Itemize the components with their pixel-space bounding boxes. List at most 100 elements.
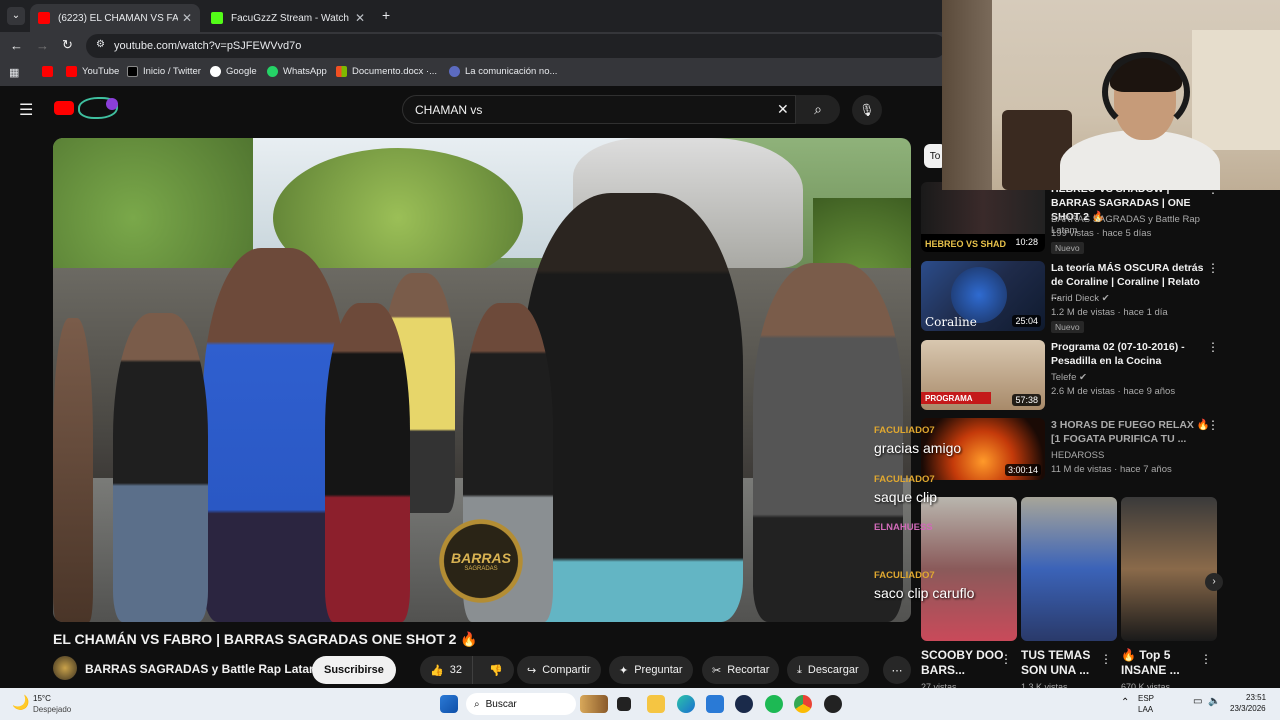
new-badge: Nuevo bbox=[1051, 321, 1084, 333]
more-icon[interactable]: ⋮ bbox=[1207, 418, 1219, 432]
file-explorer-icon[interactable] bbox=[647, 695, 665, 713]
google-icon bbox=[210, 66, 221, 77]
clear-search-icon[interactable]: ✕ bbox=[777, 101, 789, 118]
more-icon: ⋯ bbox=[891, 664, 903, 677]
language-top[interactable]: ESP bbox=[1138, 694, 1154, 703]
share-button[interactable]: ↪ Compartir bbox=[517, 656, 601, 684]
x-icon bbox=[127, 66, 138, 77]
search-input[interactable]: CHAMAN vs ✕ bbox=[402, 95, 796, 124]
new-badge: Nuevo bbox=[1051, 242, 1084, 254]
short-2[interactable] bbox=[1021, 497, 1117, 641]
short-title[interactable]: TUS TEMAS SON UNA ... bbox=[1021, 648, 1107, 678]
sidebar-meta: 11 M de vistas · hace 7 años bbox=[1051, 464, 1172, 475]
windows-taskbar: 🌙 15°C Despejado ⌕ Buscar ⌃ ESP LAA ▭ 🔈 … bbox=[0, 688, 1280, 720]
back-icon[interactable]: ← bbox=[10, 38, 23, 53]
thumbs-down-icon: 👎 bbox=[488, 664, 503, 677]
bookmark-comunicacion[interactable]: La comunicación no... bbox=[449, 66, 557, 77]
bookmark-youtube-short[interactable] bbox=[42, 66, 58, 77]
sidebar-video-2[interactable]: Coraline 25:04 La teoría MÁS OSCURA detr… bbox=[921, 261, 1221, 333]
weather-icon[interactable]: 🌙 bbox=[12, 694, 29, 711]
more-icon[interactable]: ⋮ bbox=[1207, 261, 1219, 275]
spotify-icon[interactable] bbox=[765, 695, 783, 713]
more-icon[interactable]: ⋮ bbox=[1000, 652, 1012, 666]
like-button[interactable]: 👍 32 bbox=[420, 656, 473, 684]
short-3[interactable] bbox=[1121, 497, 1217, 641]
short-title[interactable]: 🔥 Top 5 INSANE ... bbox=[1121, 648, 1207, 678]
download-button[interactable]: ⤓ Descargar bbox=[787, 656, 869, 684]
tab-youtube[interactable]: (6223) EL CHAMÁN VS FABRO | ✕ bbox=[30, 4, 200, 32]
bookmark-youtube[interactable]: YouTube bbox=[66, 66, 119, 77]
webcam-shelf bbox=[1192, 30, 1280, 150]
channel-avatar[interactable] bbox=[53, 656, 77, 680]
more-icon[interactable]: ⋮ bbox=[1207, 340, 1219, 354]
thumb-caption-text: Coraline bbox=[925, 315, 977, 329]
menu-icon[interactable]: ☰ bbox=[19, 100, 33, 120]
subscribe-button[interactable]: Suscribirse bbox=[312, 656, 396, 684]
more-icon[interactable]: ⋮ bbox=[1100, 652, 1112, 666]
channel-name[interactable]: BARRAS SAGRADAS y Battle Rap Latam bbox=[85, 662, 320, 676]
barras-sagradas-watermark: BARRAS SAGRADAS bbox=[438, 510, 524, 612]
bookmark-whatsapp[interactable]: WhatsApp bbox=[267, 66, 327, 77]
thumb-caption-text: HEBREO VS SHAD bbox=[925, 239, 1007, 249]
windows-start-icon[interactable] bbox=[440, 695, 458, 713]
edge-icon[interactable] bbox=[677, 695, 695, 713]
sidebar-video-1[interactable]: HEBREO VS SHAD 10:28 HEBREO VS SHADOW | … bbox=[921, 182, 1221, 254]
bookmark-document[interactable]: Documento.docx ·... bbox=[336, 66, 437, 77]
reload-icon[interactable]: ↻ bbox=[62, 37, 73, 53]
taskbar-search[interactable]: ⌕ Buscar bbox=[466, 693, 576, 715]
voice-search-button[interactable]: 🎙 bbox=[852, 95, 882, 125]
more-actions-button[interactable]: ⋯ bbox=[883, 656, 911, 684]
download-icon: ⤓ bbox=[797, 663, 802, 676]
sidebar-meta: 199 vistas · hace 5 días bbox=[1051, 228, 1152, 239]
clip-button[interactable]: ✂ Recortar bbox=[702, 656, 780, 684]
thumb-caption-text: PROGRAMA bbox=[925, 394, 973, 403]
ask-button[interactable]: ✦ Preguntar bbox=[609, 656, 693, 684]
search-button[interactable]: ⌕ bbox=[796, 95, 840, 124]
task-view-icon[interactable] bbox=[617, 697, 631, 711]
chat-username: ELNAHUESS bbox=[874, 522, 933, 533]
duration-badge: 57:38 bbox=[1012, 394, 1041, 406]
person-black-jersey bbox=[325, 303, 410, 622]
volume-icon[interactable]: 🔈 bbox=[1208, 696, 1220, 707]
clock-date[interactable]: 23/3/2026 bbox=[1230, 704, 1266, 713]
short-title[interactable]: SCOOBY DOO BARS... bbox=[921, 648, 1007, 678]
new-tab-button[interactable]: + bbox=[382, 7, 390, 23]
clock-time[interactable]: 23:51 bbox=[1246, 693, 1266, 702]
forward-icon[interactable]: → bbox=[36, 38, 49, 53]
shorts-next-button[interactable]: › bbox=[1205, 573, 1223, 591]
video-title: EL CHAMÁN VS FABRO | BARRAS SAGRADAS ONE… bbox=[53, 631, 478, 647]
mail-icon[interactable] bbox=[706, 695, 724, 713]
app-icon[interactable] bbox=[824, 695, 842, 713]
search-value: CHAMAN vs bbox=[415, 102, 483, 117]
language-bottom[interactable]: LAA bbox=[1138, 705, 1153, 714]
webcam-overlay bbox=[942, 0, 1280, 190]
duration-badge: 3:00:14 bbox=[1004, 464, 1041, 476]
headphones-icon bbox=[1102, 52, 1190, 132]
network-icon[interactable]: ▭ bbox=[1193, 696, 1202, 707]
tab-kick[interactable]: FacuGzzZ Stream - Watch Live o ✕ bbox=[203, 4, 373, 32]
url-bar[interactable]: ⚙ youtube.com/watch?v=pSJFEWVvd7o bbox=[86, 34, 946, 58]
dislike-button[interactable]: 👎 bbox=[479, 664, 513, 677]
chrome-icon[interactable] bbox=[794, 695, 812, 713]
bookmark-twitter[interactable]: Inicio / Twitter bbox=[127, 66, 201, 77]
sidebar-video-3[interactable]: PROGRAMA 57:38 Programa 02 (07-10-2016) … bbox=[921, 340, 1221, 412]
video-player[interactable]: BARRAS SAGRADAS bbox=[53, 138, 911, 622]
youtube-logo[interactable] bbox=[54, 101, 74, 115]
widget-icon[interactable] bbox=[580, 695, 608, 713]
site-info-icon[interactable]: ⚙ bbox=[96, 39, 105, 50]
watermark-line1: BARRAS bbox=[451, 550, 511, 566]
steam-icon[interactable] bbox=[735, 695, 753, 713]
sidebar-channel: Farid Dieck ✔ bbox=[1051, 293, 1110, 304]
tray-chevron-icon[interactable]: ⌃ bbox=[1121, 697, 1129, 708]
sidebar-video-4[interactable]: 3:00:14 3 HORAS DE FUEGO RELAX 🔥 [1 FOGA… bbox=[921, 418, 1221, 490]
more-icon[interactable]: ⋮ bbox=[1200, 652, 1212, 666]
close-tab-icon[interactable]: ✕ bbox=[355, 11, 365, 25]
mic-icon: 🎙 bbox=[859, 103, 875, 117]
tab-list-button[interactable]: ⌄ bbox=[7, 7, 25, 25]
youtube-icon bbox=[42, 66, 53, 77]
like-dislike-group: 👍 32 👎 bbox=[420, 656, 514, 684]
short-1[interactable] bbox=[921, 497, 1017, 641]
close-tab-icon[interactable]: ✕ bbox=[182, 11, 192, 25]
apps-icon[interactable]: ▦ bbox=[9, 66, 19, 79]
bookmark-google[interactable]: Google bbox=[210, 66, 257, 77]
